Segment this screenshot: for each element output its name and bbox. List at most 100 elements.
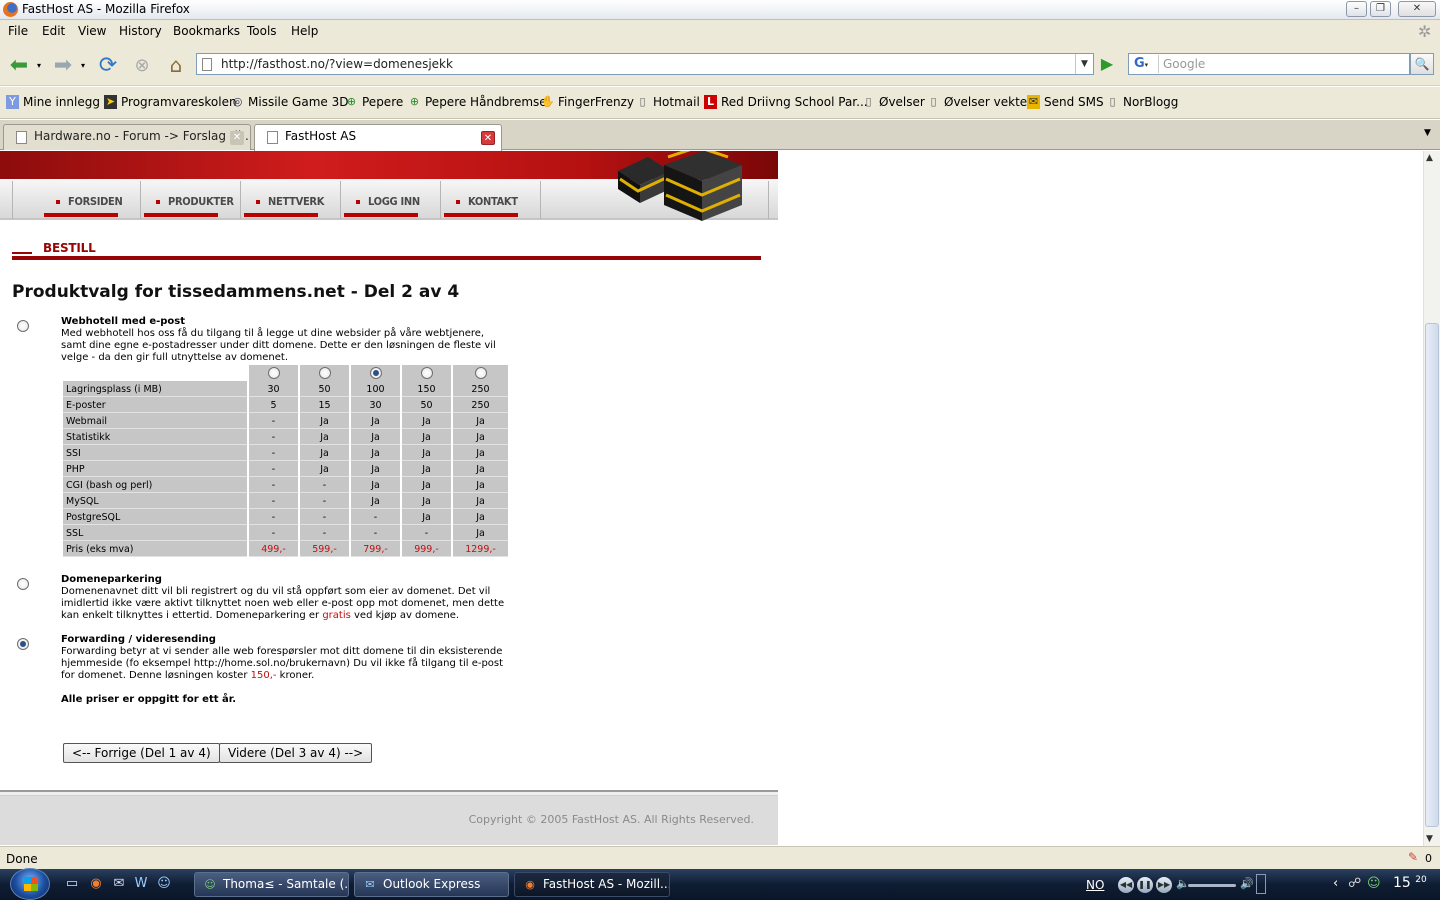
- messenger-icon: ☺: [204, 878, 216, 891]
- radio-forwarding[interactable]: [17, 638, 29, 650]
- menu-bookmarks[interactable]: Bookmarks: [173, 24, 240, 38]
- tab-fasthost[interactable]: FastHost AS ✕: [254, 124, 502, 151]
- bookmark-hotmail[interactable]: ▯ Hotmail: [636, 95, 699, 109]
- menu-tools[interactable]: Tools: [247, 24, 277, 38]
- home-icon[interactable]: ⌂: [162, 50, 190, 80]
- language-indicator[interactable]: NO: [1086, 878, 1104, 892]
- stop-icon[interactable]: ⊗: [128, 50, 156, 80]
- mini-player-icon[interactable]: [1256, 874, 1266, 894]
- scroll-down-icon[interactable]: ▼: [1426, 834, 1433, 844]
- messenger-tray-icon[interactable]: ☺: [1367, 876, 1381, 891]
- reload-icon[interactable]: ⟳: [94, 50, 122, 80]
- row-label: Webmail: [63, 413, 247, 429]
- site-nav-label: KONTAKT: [468, 195, 518, 208]
- site-nav-logg-inn[interactable]: LOGG INN: [344, 195, 420, 217]
- table-cell: 250: [453, 381, 508, 397]
- plan-radio-1[interactable]: [267, 367, 280, 379]
- bookmark-send-sms[interactable]: ✉ Send SMS: [1027, 95, 1104, 109]
- go-button[interactable]: ▶: [1096, 53, 1118, 75]
- bookmark-norblogg[interactable]: ▯ NorBlogg: [1106, 95, 1178, 109]
- page-icon: [16, 131, 27, 144]
- minimize-button[interactable]: –: [1346, 1, 1367, 17]
- word-quicklaunch-icon[interactable]: W: [133, 876, 149, 892]
- back-arrow-icon[interactable]: ⬅: [4, 50, 34, 80]
- bookmark-programvareskolen[interactable]: ➤ Programvareskolen: [104, 95, 237, 109]
- search-input[interactable]: Google: [1163, 57, 1205, 71]
- previous-step-button[interactable]: <-- Forrige (Del 1 av 4): [63, 743, 220, 763]
- scrollbar-thumb[interactable]: [1425, 323, 1439, 827]
- firefox-quicklaunch-icon[interactable]: ◉: [88, 876, 104, 892]
- outlook-quicklaunch-icon[interactable]: ✉: [111, 876, 127, 892]
- url-history-dropdown[interactable]: ▼: [1075, 54, 1093, 74]
- menu-help[interactable]: Help: [291, 24, 318, 38]
- plan-radio-5[interactable]: [474, 367, 487, 379]
- bookmark-missile-game[interactable]: ◎ Missile Game 3D: [231, 95, 349, 109]
- scroll-up-icon[interactable]: ▲: [1426, 153, 1433, 163]
- tray-expand-icon[interactable]: ‹: [1333, 876, 1338, 891]
- table-cell: Ja: [351, 461, 400, 477]
- forward-history-dropdown[interactable]: ▾: [78, 50, 88, 80]
- next-step-button[interactable]: Videre (Del 3 av 4) -->: [219, 743, 373, 763]
- page-icon: [267, 131, 278, 144]
- task-firefox[interactable]: ◉ FastHost AS - Mozill...: [514, 872, 670, 897]
- tab-hardware-forum[interactable]: Hardware.no - Forum -> Forslag til ... ✕: [3, 124, 251, 150]
- search-bar[interactable]: G▾ Google: [1128, 53, 1410, 75]
- menu-history[interactable]: History: [119, 24, 162, 38]
- clock[interactable]: 15 20: [1393, 875, 1427, 891]
- url-text[interactable]: http://fasthost.no/?view=domenesjekk: [221, 57, 453, 71]
- maximize-button[interactable]: ❐: [1370, 1, 1391, 17]
- radio-domeneparkering[interactable]: [17, 578, 29, 590]
- table-cell: 15: [300, 397, 349, 413]
- bookmark-red-driving-school[interactable]: L Red Driivng School Par...: [704, 95, 868, 109]
- table-cell: -: [402, 525, 451, 541]
- bookmark-label: Pepere Håndbremse: [425, 95, 547, 109]
- bookmark-ovelser-vekter[interactable]: ▯ Øvelser vekter: [927, 95, 1032, 109]
- bookmark-pepere-handbremse[interactable]: ⊕ Pepere Håndbremse: [408, 95, 547, 109]
- table-cell: 50: [300, 381, 349, 397]
- network-icon[interactable]: ☍: [1348, 876, 1361, 891]
- task-messenger[interactable]: ☺ Thoma≤ - Samtale (...: [194, 872, 349, 897]
- plan-radio-2[interactable]: [318, 367, 331, 379]
- close-tab-icon[interactable]: ✕: [481, 131, 495, 145]
- show-desktop-icon[interactable]: ▭: [64, 876, 80, 892]
- price-cell: 599,-: [300, 541, 349, 557]
- messenger-quicklaunch-icon[interactable]: ☺: [156, 876, 172, 892]
- site-nav-forsiden[interactable]: FORSIDEN: [44, 195, 123, 217]
- tab-list-dropdown[interactable]: ▼: [1424, 128, 1431, 138]
- vertical-scrollbar[interactable]: ▲ ▼: [1423, 151, 1440, 846]
- menu-file[interactable]: File: [8, 24, 28, 38]
- plan-radio-4[interactable]: [420, 367, 433, 379]
- bookmark-pepere[interactable]: ⊕ Pepere: [345, 95, 403, 109]
- task-outlook-express[interactable]: ✉ Outlook Express: [354, 872, 509, 897]
- url-bar[interactable]: http://fasthost.no/?view=domenesjekk ▼: [196, 53, 1094, 75]
- bookmark-label: Send SMS: [1044, 95, 1104, 109]
- site-nav-nettverk[interactable]: NETTVERK: [244, 195, 324, 217]
- row-label: Pris (eks mva): [63, 541, 247, 557]
- bookmark-mine-innlegg[interactable]: Y Mine innlegg: [6, 95, 100, 109]
- start-button[interactable]: [10, 868, 50, 900]
- table-cell: Ja: [351, 477, 400, 493]
- menu-view[interactable]: View: [78, 24, 106, 38]
- outlook-icon: ✉: [365, 878, 375, 891]
- row-label: PostgreSQL: [63, 509, 247, 525]
- yahoo-icon: Y: [6, 95, 19, 109]
- bookmark-ovelser[interactable]: ▯ Øvelser: [862, 95, 924, 109]
- back-history-dropdown[interactable]: ▾: [34, 50, 44, 80]
- site-nav-produkter[interactable]: PRODUKTER: [144, 195, 234, 217]
- close-window-button[interactable]: ✕: [1398, 1, 1436, 17]
- volume-slider[interactable]: [1188, 884, 1236, 887]
- media-previous-icon[interactable]: ◀◀: [1118, 877, 1134, 893]
- plan-radio-3[interactable]: [369, 367, 382, 379]
- bookmark-fingerfrenzy[interactable]: ✋ FingerFrenzy: [541, 95, 634, 109]
- close-tab-icon[interactable]: ✕: [230, 131, 244, 145]
- radio-webhotell[interactable]: [17, 320, 29, 332]
- menu-edit[interactable]: Edit: [42, 24, 65, 38]
- media-next-icon[interactable]: ▶▶: [1156, 877, 1172, 893]
- addon-icon[interactable]: ✎: [1408, 850, 1418, 864]
- search-icon[interactable]: 🔍: [1410, 53, 1434, 75]
- search-engine-icon[interactable]: G▾: [1131, 55, 1159, 73]
- site-nav-kontakt[interactable]: KONTAKT: [444, 195, 518, 217]
- forward-arrow-icon[interactable]: ➡: [48, 50, 78, 80]
- price-row: Pris (eks mva) 499,- 599,- 799,- 999,- 1299,-: [63, 541, 508, 557]
- media-pause-icon[interactable]: ❚❚: [1137, 877, 1153, 893]
